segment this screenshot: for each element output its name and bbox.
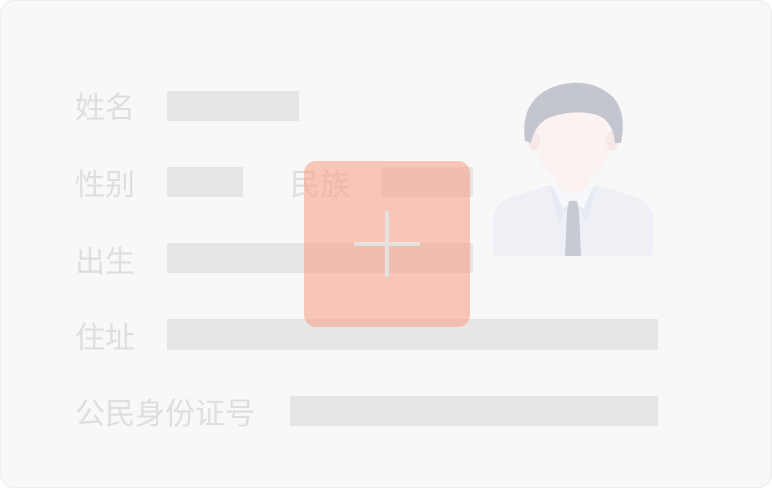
id-card-upload-area: 姓名 性别 民族 出生 住址 公民身份证号 (0, 0, 772, 488)
name-label: 姓名 (75, 91, 135, 126)
name-placeholder-bar (167, 91, 299, 121)
person-portrait-icon (489, 79, 657, 257)
id-number-label: 公民身份证号 (75, 397, 255, 432)
id-number-placeholder-bar (290, 396, 658, 426)
sex-label: 性别 (75, 168, 135, 203)
upload-button[interactable] (304, 161, 470, 327)
birth-label: 出生 (75, 245, 135, 280)
plus-icon (354, 211, 420, 277)
sex-placeholder-bar (167, 167, 243, 197)
address-label: 住址 (75, 321, 135, 356)
